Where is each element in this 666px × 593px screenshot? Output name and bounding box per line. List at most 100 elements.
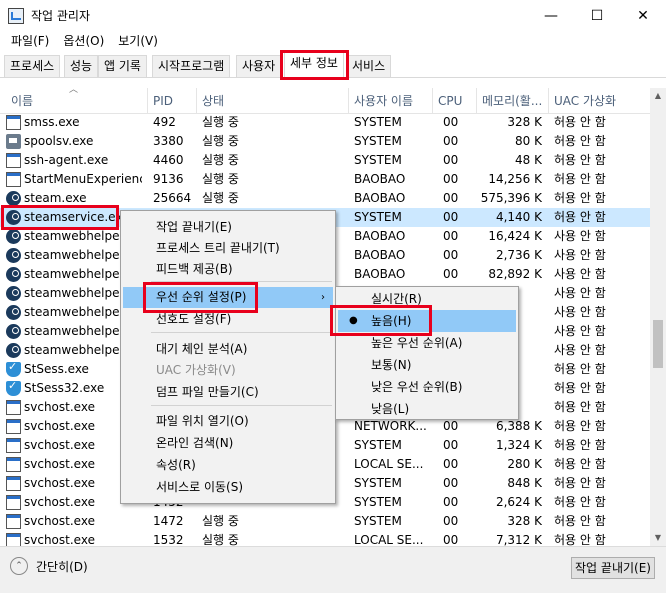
cell-mem: 1,324 K — [495, 438, 542, 452]
tab-app-history[interactable]: 앱 기록 — [98, 55, 147, 77]
submenu-arrow-icon: › — [321, 292, 325, 303]
cell-uac: 사용 안 함 — [554, 305, 606, 319]
tab-startup[interactable]: 시작프로그램 — [152, 55, 231, 77]
cell-user: BAOBAO — [354, 267, 406, 281]
cell-uac: 허용 안 함 — [554, 457, 606, 471]
close-button[interactable]: ✕ — [620, 0, 666, 31]
priority-option[interactable]: 낮음(L) — [338, 398, 516, 420]
maximize-button[interactable]: ☐ — [574, 0, 620, 31]
priority-option[interactable]: 낮은 우선 순위(B) — [338, 376, 516, 398]
cell-uac: 허용 안 함 — [554, 514, 606, 528]
cell-status: 실행 중 — [202, 115, 239, 129]
context-menu-item[interactable]: 대기 체인 분석(A) — [123, 339, 333, 360]
cell-mem: 16,424 K — [488, 229, 542, 243]
tab-performance[interactable]: 성능 — [64, 55, 99, 77]
cell-pid: 492 — [153, 115, 176, 129]
cell-cpu: 00 — [443, 229, 459, 243]
context-menu-item-label: 대기 체인 분석(A) — [156, 342, 248, 356]
table-row[interactable]: StartMenuExperienc... 9136 실행 중 BAOBAO 00 14,… — [0, 170, 650, 189]
cell-uac: 허용 안 함 — [554, 476, 606, 490]
menu-options[interactable]: 옵션(O) — [56, 31, 111, 51]
task-manager-app-icon — [8, 7, 24, 24]
priority-option-label: 높은 우선 순위(A) — [371, 336, 463, 350]
context-menu-item[interactable]: 온라인 검색(N) — [123, 433, 333, 454]
end-task-button[interactable]: 작업 끝내기(E) — [571, 557, 655, 579]
exe-process-icon — [6, 153, 21, 168]
context-menu-item-label: 파일 위치 열기(O) — [156, 414, 249, 428]
shield-process-icon — [6, 360, 21, 377]
window-controls: — ☐ ✕ — [528, 0, 666, 31]
title-bar: 작업 관리자 — ☐ ✕ — [0, 0, 666, 31]
cell-name: smss.exe — [24, 115, 80, 129]
table-row[interactable]: svchost.exe 1472 실행 중 SYSTEM 00 328 K 허용 안 함 — [0, 512, 650, 531]
scroll-down-arrow-icon[interactable]: ▼ — [650, 530, 666, 546]
tab-services[interactable]: 서비스 — [346, 55, 392, 77]
context-menu-item[interactable]: 속성(R) — [123, 455, 333, 476]
cell-mem: 328 K — [507, 115, 542, 129]
cell-mem: 4,140 K — [495, 210, 542, 224]
fewer-details-label: 간단히(D) — [36, 559, 88, 574]
context-menu-item[interactable]: 서비스로 이동(S) — [123, 477, 333, 498]
column-header-user[interactable]: 사용자 이름 — [348, 88, 432, 114]
table-row[interactable]: ssh-agent.exe 4460 실행 중 SYSTEM 00 48 K 허용 안 함 — [0, 151, 650, 170]
fewer-details-button[interactable]: ⌃ 간단히(D) — [10, 557, 88, 575]
cell-user: LOCAL SE... — [354, 457, 424, 471]
cell-cpu: 00 — [443, 172, 459, 186]
cell-user: BAOBAO — [354, 172, 406, 186]
priority-option[interactable]: 보통(N) — [338, 354, 516, 376]
priority-option-label: 낮음(L) — [371, 402, 410, 416]
cell-status: 실행 중 — [202, 191, 239, 205]
cell-name: spoolsv.exe — [24, 134, 94, 148]
cell-uac: 허용 안 함 — [554, 419, 606, 433]
cell-uac: 허용 안 함 — [554, 400, 606, 414]
context-menu-item[interactable]: 피드백 제공(B) — [123, 259, 333, 280]
cell-mem: 848 K — [507, 476, 542, 490]
column-header-uac[interactable]: UAC 가상화 — [548, 88, 650, 114]
scroll-up-arrow-icon[interactable]: ▲ — [650, 88, 666, 104]
cell-cpu: 00 — [443, 457, 459, 471]
column-header-name[interactable]: 이름 — [6, 88, 146, 114]
menu-separator — [151, 332, 332, 333]
printer-process-icon — [6, 134, 21, 149]
menu-view[interactable]: 보기(V) — [111, 31, 165, 51]
cell-mem: 80 K — [515, 134, 542, 148]
column-header-pid[interactable]: PID — [147, 88, 196, 114]
cell-pid: 4460 — [153, 153, 184, 167]
column-header-memory[interactable]: 메모리(활... — [476, 88, 548, 114]
minimize-button[interactable]: — — [528, 0, 574, 31]
vertical-scrollbar[interactable]: ▲ ▼ — [650, 88, 666, 546]
table-row[interactable]: spoolsv.exe 3380 실행 중 SYSTEM 00 80 K 허용 안 함 — [0, 132, 650, 151]
cell-pid: 3380 — [153, 134, 184, 148]
cell-cpu: 00 — [443, 267, 459, 281]
column-header-cpu[interactable]: CPU — [432, 88, 476, 114]
tab-users[interactable]: 사용자 — [236, 55, 282, 77]
table-header: 이름 PID 상태 사용자 이름 CPU 메모리(활... UAC 가상화 — [0, 88, 650, 114]
cell-user: SYSTEM — [354, 134, 402, 148]
context-menu-item[interactable]: 파일 위치 열기(O) — [123, 411, 333, 432]
cell-uac: 사용 안 함 — [554, 324, 606, 338]
tab-processes[interactable]: 프로세스 — [4, 55, 61, 77]
column-header-status[interactable]: 상태 — [196, 88, 348, 114]
steam-process-icon — [6, 343, 21, 358]
cell-user: SYSTEM — [354, 210, 402, 224]
context-menu-item-label: 속성(R) — [156, 458, 196, 472]
steam-process-icon — [6, 305, 21, 320]
exe-process-icon — [6, 172, 21, 187]
cell-status: 실행 중 — [202, 172, 239, 186]
cell-mem: 2,624 K — [495, 495, 542, 509]
scrollbar-thumb[interactable] — [653, 320, 663, 368]
context-menu-item[interactable]: 작업 끝내기(E) — [123, 217, 333, 238]
cell-mem: 48 K — [515, 153, 542, 167]
context-menu-item[interactable]: 프로세스 트리 끝내기(T) — [123, 238, 333, 259]
context-menu-item-label: 온라인 검색(N) — [156, 436, 234, 450]
context-menu-item[interactable]: 덤프 파일 만들기(C) — [123, 382, 333, 403]
cell-mem: 280 K — [507, 457, 542, 471]
highlight-box-steamservice — [1, 205, 119, 230]
table-row[interactable]: smss.exe 492 실행 중 SYSTEM 00 328 K 허용 안 함 — [0, 113, 650, 132]
menu-file[interactable]: 파일(F) — [4, 31, 56, 51]
cell-cpu: 00 — [443, 476, 459, 490]
cell-pid: 1472 — [153, 514, 184, 528]
cell-status: 실행 중 — [202, 153, 239, 167]
steam-process-icon — [6, 267, 21, 282]
cell-user: SYSTEM — [354, 115, 402, 129]
